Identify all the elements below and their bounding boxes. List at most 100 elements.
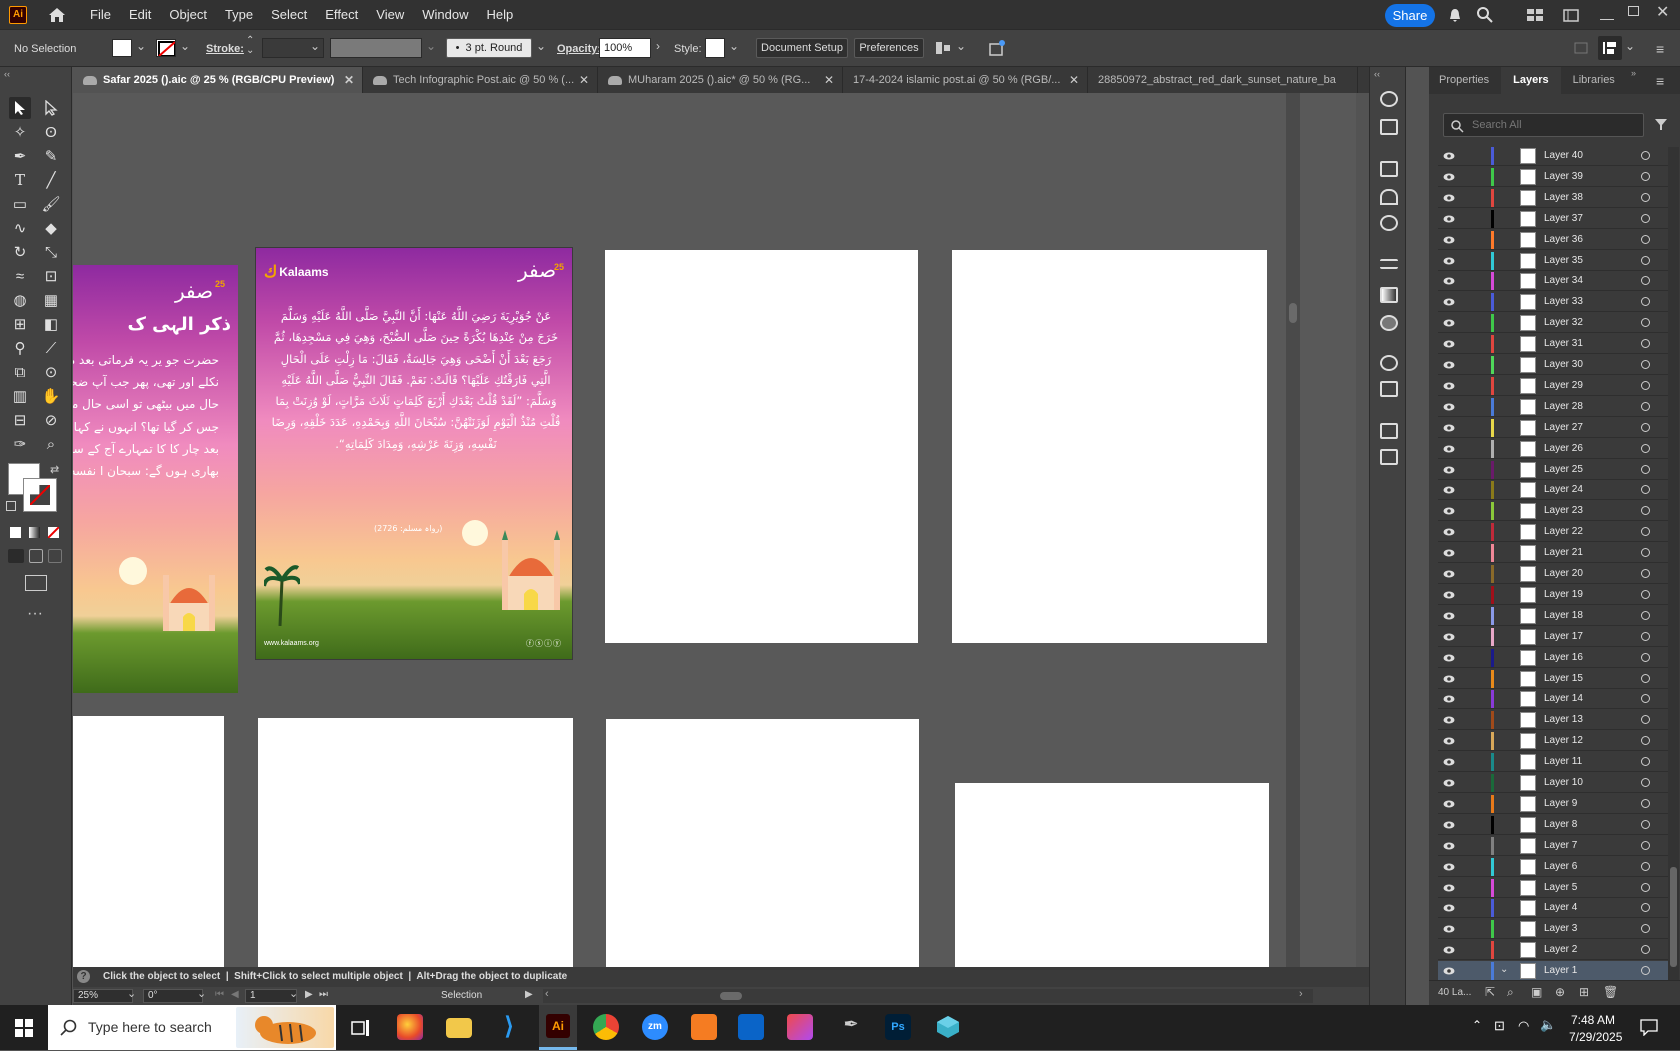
gradient-panel-icon[interactable] (1380, 287, 1398, 303)
symbols-panel-icon[interactable] (1380, 215, 1398, 231)
volume-icon[interactable]: 🔈 (1540, 1017, 1556, 1033)
layer-target-icon[interactable] (1641, 443, 1650, 453)
layer-row[interactable]: Layer 12 (1438, 731, 1670, 752)
layer-target-icon[interactable] (1641, 819, 1650, 829)
visibility-eye-icon[interactable] (1443, 150, 1455, 162)
layer-row[interactable]: Layer 37 (1438, 209, 1670, 229)
artboard-blank-4[interactable] (952, 250, 1267, 643)
close-tab-icon[interactable]: ✕ (1069, 73, 1079, 87)
layer-target-icon[interactable] (1641, 339, 1650, 349)
layer-name[interactable]: Layer 6 (1544, 861, 1577, 872)
layer-row[interactable]: Layer 17 (1438, 627, 1670, 647)
visibility-eye-icon[interactable] (1443, 547, 1455, 559)
layer-name[interactable]: Layer 31 (1544, 338, 1583, 349)
toolbar-collapse-icon[interactable]: ‹‹ (4, 69, 10, 79)
profile-dropdown-icon[interactable]: ⌄ (426, 39, 436, 53)
share-button[interactable]: Share (1385, 4, 1435, 27)
rotation-field[interactable]: 0° (143, 989, 203, 1003)
layer-name[interactable]: Layer 21 (1544, 547, 1583, 558)
layer-target-icon[interactable] (1641, 924, 1650, 934)
layer-target-icon[interactable] (1641, 631, 1650, 641)
layer-row[interactable]: Layer 30 (1438, 355, 1670, 375)
layer-target-icon[interactable] (1641, 213, 1650, 223)
style-dropdown-icon[interactable]: ⌄ (729, 39, 739, 53)
visibility-eye-icon[interactable] (1443, 464, 1455, 476)
layer-row[interactable]: Layer 38 (1438, 188, 1670, 208)
layer-row[interactable]: Layer 10 (1438, 773, 1670, 793)
layer-name[interactable]: Layer 15 (1544, 673, 1583, 684)
layer-name[interactable]: Layer 37 (1544, 213, 1583, 224)
layer-name[interactable]: Layer 11 (1544, 756, 1582, 767)
layer-row[interactable]: Layer 33 (1438, 292, 1670, 313)
export-panel-icon[interactable] (1380, 423, 1398, 439)
layer-target-icon[interactable] (1641, 798, 1650, 808)
artboard-blank-6[interactable] (258, 718, 573, 968)
layer-name[interactable]: Layer 25 (1544, 464, 1583, 475)
align-dropdown-icon[interactable]: ⌄ (956, 39, 966, 53)
eyedropper-tool-icon[interactable]: ⚲ (9, 337, 31, 359)
layer-target-icon[interactable] (1641, 464, 1650, 474)
layer-target-icon[interactable] (1641, 318, 1650, 328)
close-window-icon[interactable]: ✕ (1656, 2, 1669, 22)
visibility-eye-icon[interactable] (1443, 756, 1455, 768)
collapse-panel-icon[interactable] (1574, 42, 1588, 54)
expand-chevron-icon[interactable]: ⌄ (1500, 964, 1508, 975)
vscode-icon[interactable]: ⟩ (496, 1014, 522, 1040)
edit-toolbar-icon[interactable]: ··· (27, 605, 43, 623)
visibility-eye-icon[interactable] (1443, 714, 1455, 726)
layer-name[interactable]: Layer 38 (1544, 192, 1583, 203)
status-menu-arrow-icon[interactable]: ▶ (525, 989, 533, 1000)
taskbar-date[interactable]: 7/29/2025 (1569, 1030, 1622, 1044)
visibility-eye-icon[interactable] (1443, 798, 1455, 810)
visibility-eye-icon[interactable] (1443, 882, 1455, 894)
layer-row[interactable]: Layer 19 (1438, 585, 1670, 605)
zoom-dropdown-icon[interactable]: ⌄ (127, 987, 136, 1000)
stroke-weight-dropdown-icon[interactable]: ⌄ (310, 39, 320, 53)
layer-target-icon[interactable] (1641, 694, 1650, 704)
last-artboard-icon[interactable]: ⏭ (319, 989, 328, 1000)
visibility-eye-icon[interactable] (1443, 338, 1455, 350)
layer-target-icon[interactable] (1641, 297, 1650, 307)
artboard-blank-3[interactable] (605, 250, 918, 643)
menu-effect[interactable]: Effect (316, 0, 367, 29)
brushes-panel-icon[interactable] (1380, 189, 1398, 205)
next-artboard-icon[interactable]: ▶ (305, 989, 313, 1000)
layer-row[interactable]: Layer 24 (1438, 480, 1670, 501)
align-icon[interactable] (934, 40, 952, 56)
layer-target-icon[interactable] (1641, 882, 1650, 892)
visibility-eye-icon[interactable] (1443, 275, 1455, 287)
arrange-panel-button[interactable] (1598, 36, 1622, 60)
draw-normal-icon[interactable] (8, 549, 24, 563)
visibility-eye-icon[interactable] (1443, 234, 1455, 246)
tray-overflow-icon[interactable]: ⌃ (1472, 1018, 1482, 1032)
menu-select[interactable]: Select (262, 0, 316, 29)
visibility-eye-icon[interactable] (1443, 380, 1455, 392)
xampp-icon[interactable] (691, 1014, 717, 1040)
layer-row[interactable]: Layer 13 (1438, 710, 1670, 731)
eyedropper-alt-tool-icon[interactable]: ✑ (9, 433, 31, 455)
layer-target-icon[interactable] (1641, 548, 1650, 558)
swap-fill-stroke-icon[interactable]: ⇄ (50, 463, 59, 476)
first-artboard-icon[interactable]: ⏮ (215, 989, 224, 1000)
layer-target-icon[interactable] (1641, 736, 1650, 746)
layer-row[interactable]: Layer 34 (1438, 271, 1670, 292)
delete-layer-icon[interactable]: 🗑 (1603, 985, 1618, 999)
layer-row[interactable]: Layer 23 (1438, 501, 1670, 522)
visibility-eye-icon[interactable] (1443, 443, 1455, 455)
default-colors-icon[interactable] (6, 501, 16, 511)
color-guide-panel-icon[interactable] (1380, 355, 1398, 371)
visibility-eye-icon[interactable] (1443, 735, 1455, 747)
fill-dropdown-icon[interactable]: ⌄ (136, 39, 146, 53)
layer-name[interactable]: Layer 13 (1544, 714, 1583, 725)
workspace-switcher-icon[interactable] (1563, 9, 1579, 22)
layer-row[interactable]: Layer 18 (1438, 606, 1670, 626)
rotate-tool-icon[interactable]: ↻ (9, 241, 31, 263)
layer-row[interactable]: Layer 15 (1438, 669, 1670, 689)
app-cube-icon[interactable] (935, 1014, 961, 1040)
fill-swatch[interactable] (112, 39, 132, 57)
layer-name[interactable]: Layer 28 (1544, 401, 1583, 412)
curvature-tool-icon[interactable]: ✎ (40, 145, 62, 167)
transform-panel-icon[interactable] (1380, 381, 1398, 397)
layer-name[interactable]: Layer 14 (1544, 693, 1583, 704)
paintbrush-tool-icon[interactable]: 🖌 (40, 193, 62, 215)
